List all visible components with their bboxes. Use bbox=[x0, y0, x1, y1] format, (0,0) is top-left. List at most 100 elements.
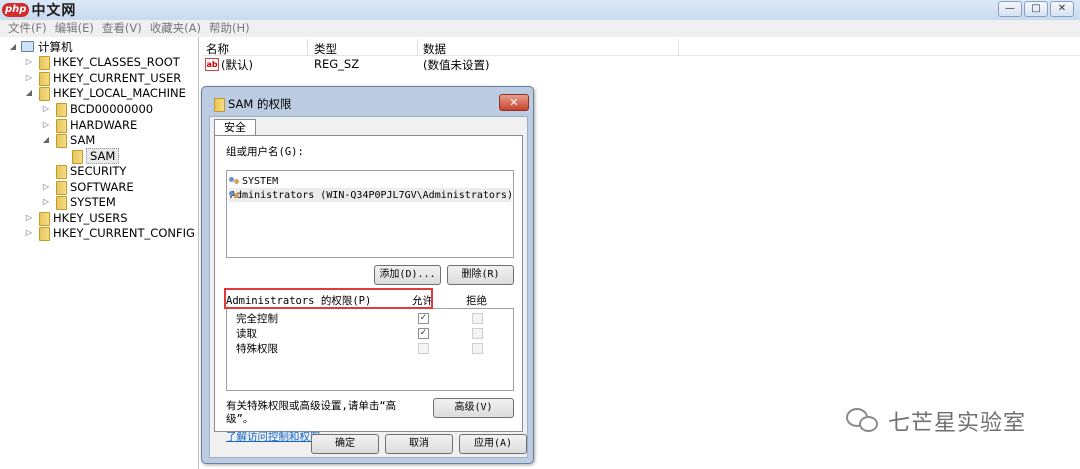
site-logo: php 中文网 bbox=[2, 1, 76, 19]
permission-name: 特殊权限 bbox=[236, 343, 278, 355]
tree-item-label: SOFTWARE bbox=[70, 179, 134, 194]
tree-item-label: HARDWARE bbox=[70, 117, 138, 132]
registry-tree[interactable]: ◢ 计算机 ▷ HKEY_CLASSES_ROOT ▷ HKEY_CURRENT… bbox=[0, 37, 199, 469]
value-name[interactable]: (默认) bbox=[221, 57, 253, 73]
tab-security[interactable]: 安全 bbox=[214, 119, 256, 136]
expand-icon[interactable]: ▷ bbox=[41, 104, 51, 113]
deny-checkbox[interactable] bbox=[472, 328, 483, 339]
users-icon bbox=[229, 176, 241, 186]
menu-help[interactable]: 帮助(H) bbox=[209, 20, 250, 37]
cancel-button[interactable]: 取消 bbox=[385, 434, 453, 454]
ok-button[interactable]: 确定 bbox=[311, 434, 379, 454]
advanced-hint-line2: 级”。 bbox=[226, 413, 254, 425]
maximize-button[interactable]: □ bbox=[1024, 1, 1048, 17]
tree-item-security[interactable]: SECURITY bbox=[41, 163, 127, 179]
folder-icon bbox=[37, 86, 50, 101]
expand-icon[interactable]: ▷ bbox=[24, 228, 34, 237]
folder-icon bbox=[54, 164, 67, 179]
allow-checkbox[interactable]: ✓ bbox=[418, 313, 429, 324]
expand-icon[interactable]: ▷ bbox=[24, 73, 34, 82]
tree-item-hku[interactable]: ▷ HKEY_USERS bbox=[24, 210, 128, 226]
logo-badge: php bbox=[2, 3, 30, 17]
collapse-icon[interactable]: ◢ bbox=[24, 88, 34, 97]
folder-icon bbox=[54, 133, 67, 148]
menu-view[interactable]: 查看(V) bbox=[102, 20, 142, 37]
advanced-button[interactable]: 高级(V) bbox=[433, 398, 514, 418]
menu-file[interactable]: 文件(F) bbox=[8, 20, 47, 37]
computer-icon bbox=[21, 41, 34, 52]
tree-item-hklm[interactable]: ◢ HKEY_LOCAL_MACHINE bbox=[24, 85, 186, 101]
folder-icon bbox=[54, 195, 67, 210]
tree-item-label: HKEY_CLASSES_ROOT bbox=[53, 54, 180, 69]
deny-checkbox[interactable] bbox=[472, 343, 483, 354]
watermark-text: 七芒星实验室 bbox=[888, 411, 1027, 436]
close-window-button[interactable]: ✕ bbox=[1050, 1, 1074, 17]
permissions-list[interactable]: 完全控制 ✓ 读取 ✓ 特殊权限 bbox=[226, 308, 514, 391]
tree-item-computer[interactable]: ◢ 计算机 bbox=[8, 39, 73, 54]
tree-item-label: HKEY_CURRENT_CONFIG bbox=[53, 225, 195, 240]
tree-item-label: 计算机 bbox=[38, 39, 73, 54]
column-divider[interactable] bbox=[417, 39, 418, 56]
group-list-label: 组或用户名(G): bbox=[226, 146, 304, 158]
expand-icon[interactable]: ◢ bbox=[8, 42, 18, 51]
wechat-icon bbox=[846, 406, 880, 436]
group-user-list[interactable]: SYSTEM Administrators (WIN-Q34P0PJL7GV\A… bbox=[226, 170, 514, 258]
permission-name: 读取 bbox=[236, 328, 257, 340]
value-type: REG_SZ bbox=[314, 57, 360, 71]
highlight-annotation bbox=[224, 288, 433, 309]
menu-favorites[interactable]: 收藏夹(A) bbox=[150, 20, 201, 37]
value-data: (数值未设置) bbox=[423, 58, 490, 72]
tree-item-label: HKEY_CURRENT_USER bbox=[53, 70, 182, 85]
apply-button[interactable]: 应用(A) bbox=[459, 434, 527, 454]
tree-item-hardware[interactable]: ▷ HARDWARE bbox=[41, 117, 138, 133]
tree-item-software[interactable]: ▷ SOFTWARE bbox=[41, 179, 134, 195]
folder-icon bbox=[212, 97, 225, 112]
expand-icon[interactable]: ▷ bbox=[24, 213, 34, 222]
folder-icon bbox=[54, 102, 67, 117]
security-tab-page: 组或用户名(G): SYSTEM Administrators (WIN-Q34… bbox=[214, 135, 523, 443]
tree-item-label: SYSTEM bbox=[70, 194, 116, 209]
folder-icon bbox=[54, 118, 67, 133]
expand-icon[interactable]: ▷ bbox=[41, 197, 51, 206]
tree-item-hkcu[interactable]: ▷ HKEY_CURRENT_USER bbox=[24, 70, 182, 86]
add-button[interactable]: 添加(D)... bbox=[374, 265, 441, 285]
tree-item-label: HKEY_USERS bbox=[53, 210, 128, 225]
tree-item-system[interactable]: ▷ SYSTEM bbox=[41, 194, 116, 210]
allow-checkbox[interactable]: ✓ bbox=[418, 328, 429, 339]
column-divider[interactable] bbox=[307, 39, 308, 56]
tree-item-label: SECURITY bbox=[70, 163, 127, 178]
tree-item-bcd[interactable]: ▷ BCD00000000 bbox=[41, 101, 153, 117]
tree-item-sam[interactable]: ◢ SAM bbox=[41, 132, 95, 148]
logo-text: 中文网 bbox=[31, 3, 77, 19]
column-header-name[interactable]: 名称 bbox=[206, 41, 229, 57]
dialog-close-button[interactable]: ✕ bbox=[499, 94, 529, 111]
remove-button[interactable]: 删除(R) bbox=[447, 265, 514, 285]
permission-name: 完全控制 bbox=[236, 313, 278, 325]
collapse-icon[interactable]: ◢ bbox=[41, 135, 51, 144]
tree-item-sam-sub[interactable]: SAM bbox=[57, 147, 120, 164]
tree-item-hkcc[interactable]: ▷ HKEY_CURRENT_CONFIG bbox=[24, 225, 195, 241]
permission-row: 完全控制 ✓ bbox=[227, 311, 513, 326]
dialog-title: SAM 的权限 bbox=[228, 97, 292, 111]
folder-icon bbox=[37, 226, 50, 241]
deny-checkbox[interactable] bbox=[472, 313, 483, 324]
permission-row: 特殊权限 bbox=[227, 341, 513, 356]
column-header-type[interactable]: 类型 bbox=[314, 41, 337, 57]
folder-icon bbox=[37, 55, 50, 70]
tree-item-hkcr[interactable]: ▷ HKEY_CLASSES_ROOT bbox=[24, 54, 180, 70]
allow-checkbox[interactable] bbox=[418, 343, 429, 354]
column-divider[interactable] bbox=[678, 39, 679, 56]
list-item-selected[interactable]: Administrators (WIN-Q34P0PJL7GV\Administ… bbox=[229, 188, 513, 202]
folder-icon bbox=[37, 211, 50, 226]
access-control-help-link[interactable]: 了解访问控制和权限 bbox=[226, 429, 321, 444]
column-header-data[interactable]: 数据 bbox=[423, 41, 446, 57]
expand-icon[interactable]: ▷ bbox=[24, 57, 34, 66]
menu-edit[interactable]: 编辑(E) bbox=[55, 20, 94, 37]
list-item[interactable]: SYSTEM bbox=[229, 174, 278, 188]
dialog-body: 安全 组或用户名(G): SYSTEM Administrators (WIN-… bbox=[209, 116, 528, 458]
minimize-button[interactable]: — bbox=[998, 1, 1022, 17]
permission-row: 读取 ✓ bbox=[227, 326, 513, 341]
expand-icon[interactable]: ▷ bbox=[41, 182, 51, 191]
expand-icon[interactable]: ▷ bbox=[41, 120, 51, 129]
dialog-title-bar: SAM 的权限 bbox=[212, 96, 291, 112]
